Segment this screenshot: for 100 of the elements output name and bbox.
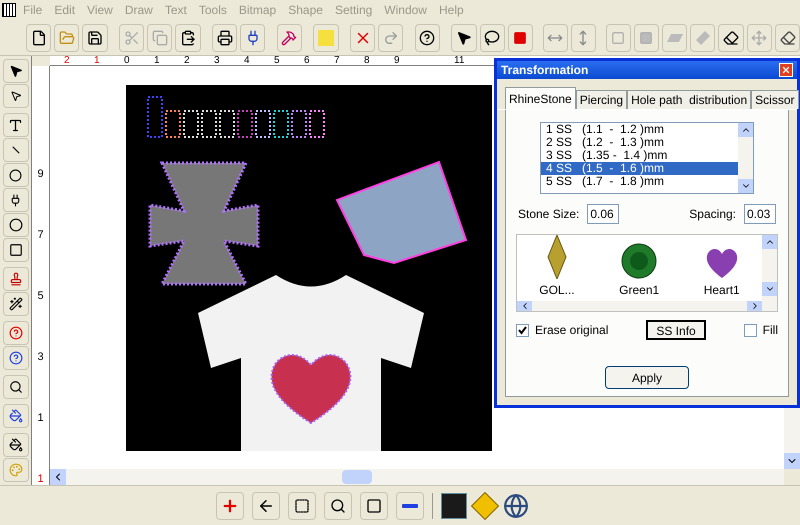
select-tool-button[interactable] [451, 24, 477, 52]
list-item[interactable]: 4 SS (1.5 - 1.6 )mm [541, 162, 738, 175]
stone-name[interactable]: Heart1 [704, 281, 740, 299]
zoom-page-button[interactable] [360, 492, 388, 520]
print-button[interactable] [212, 24, 238, 52]
ellipse-tool-button[interactable] [2, 213, 28, 237]
flip-vertical-button[interactable] [570, 24, 596, 52]
ruler-label: 3 [214, 55, 220, 66]
open-folder-icon [58, 30, 75, 46]
stone-gallery[interactable]: GOL... Green1 Heart1 [516, 234, 778, 312]
zoom-out-button[interactable] [396, 492, 424, 520]
list-item[interactable]: 5 SS (1.7 - 1.8 )mm [541, 175, 738, 188]
scroll-up-button[interactable] [738, 123, 753, 137]
scroll-left-button[interactable] [517, 301, 532, 311]
select-icon [456, 30, 472, 46]
list-item[interactable]: 1 SS (1.1 - 1.2 )mm [541, 123, 738, 136]
list-item[interactable]: 3 SS (1.35 - 1.4 )mm [541, 149, 738, 162]
cursor-help-button[interactable] [2, 346, 28, 370]
checkbox[interactable] [516, 324, 529, 336]
scroll-thumb[interactable] [342, 470, 372, 484]
tab[interactable]: Hole path distribution [627, 90, 752, 109]
copy-icon [152, 30, 168, 46]
tab[interactable]: Piercing [576, 90, 628, 109]
spacing-field[interactable]: 0.03 [744, 204, 776, 224]
scroll-up-button[interactable] [762, 235, 777, 249]
text-tool-button[interactable] [2, 113, 28, 137]
cut-icon [124, 30, 140, 46]
tab[interactable]: Scissor [751, 90, 798, 109]
select-tool-button[interactable] [2, 59, 28, 83]
wand-icon [8, 297, 22, 311]
eraser-button[interactable] [718, 24, 744, 52]
globe-icon[interactable] [503, 492, 529, 518]
rectangle-tool-button[interactable] [2, 238, 28, 262]
zoom-all-button[interactable] [324, 492, 352, 520]
stamp-icon [8, 272, 22, 286]
horizontal-scrollbar[interactable] [50, 469, 784, 485]
stone-name[interactable]: Green1 [619, 281, 660, 299]
plug-button[interactable] [240, 24, 266, 52]
ruler-label: 5 [37, 290, 44, 302]
shapes-button[interactable] [508, 24, 534, 52]
ruler-label: 3 [37, 351, 44, 363]
stone-name[interactable]: GOL... [539, 281, 575, 299]
node-tool-button[interactable] [2, 84, 28, 108]
lasso-button[interactable] [480, 24, 505, 52]
ruler-label: 1 [37, 412, 44, 424]
tab[interactable]: RhineStone [505, 87, 576, 109]
app-menu-icon[interactable] [2, 3, 16, 17]
ruler-label: 4 [244, 55, 250, 66]
bezier-tool-button[interactable] [2, 188, 28, 212]
ss-info-button[interactable]: SS Info [646, 320, 706, 340]
zoom-selection-button[interactable] [288, 492, 316, 520]
paint-tool-button[interactable] [2, 433, 28, 457]
delete-button[interactable] [350, 24, 376, 52]
dialog-title: Transformation [501, 62, 588, 79]
ruler-label: 2 [64, 55, 70, 66]
help-pointer-button[interactable] [414, 24, 440, 52]
wand-tool-button[interactable] [2, 292, 28, 316]
zoom-tool-button[interactable] [2, 375, 28, 399]
ruler-label: 9 [37, 168, 44, 180]
stone-size-field[interactable]: 0.06 [587, 204, 620, 224]
scale-icon [611, 30, 626, 44]
ruler-label: 5 [274, 55, 280, 66]
parallelogram-icon [666, 34, 683, 42]
scroll-down-button[interactable] [784, 453, 800, 469]
paint-icon [8, 438, 22, 452]
rectangle-icon [8, 243, 22, 257]
list-item[interactable]: 2 SS (1.2 - 1.3 )mm [541, 136, 738, 149]
zoom-in-icon [221, 496, 239, 514]
paste-button[interactable] [175, 24, 201, 52]
save-icon [87, 30, 104, 46]
save-button[interactable] [82, 24, 108, 52]
palette-icon [8, 463, 22, 477]
move-icon [751, 30, 768, 46]
zoom-icon [8, 380, 22, 394]
marquise-stone-icon [546, 235, 567, 279]
scroll-down-button[interactable] [762, 282, 777, 296]
zoom-in-button[interactable] [216, 492, 244, 520]
checkbox[interactable] [744, 324, 757, 336]
close-button[interactable] [779, 63, 793, 77]
stone-size-list[interactable]: 1 SS (1.1 - 1.2 )mm 2 SS (1.2 - 1.3 )mm 3 SS (1.35 - 1.4 )mm 4 SS (1.5 - 1.6 )mm 5 SS (1.7 - 1.8 )mm [540, 122, 754, 194]
arc-tool-button[interactable] [2, 163, 28, 187]
node-icon [10, 90, 22, 102]
help-pointer-icon [419, 30, 436, 46]
checkbox-label: Erase original [535, 322, 608, 339]
block-eraser-button[interactable] [774, 24, 800, 52]
flip-horizontal-button[interactable] [542, 24, 568, 52]
text-help-button[interactable] [2, 321, 28, 345]
zoom-previous-button[interactable] [252, 492, 280, 520]
scroll-down-button[interactable] [738, 179, 753, 193]
scroll-right-button[interactable] [747, 301, 762, 311]
scroll-left-button[interactable] [50, 469, 66, 485]
stamp-tool-button[interactable] [2, 267, 28, 291]
print-icon [216, 30, 233, 46]
hammer-button[interactable] [276, 24, 302, 52]
fill-tool-button[interactable] [2, 404, 28, 428]
cursor-help-icon [8, 351, 22, 365]
new-file-button[interactable] [26, 24, 52, 52]
apply-button[interactable]: Apply [605, 366, 689, 389]
block-eraser-icon [780, 30, 796, 46]
eraser-icon [723, 30, 740, 46]
